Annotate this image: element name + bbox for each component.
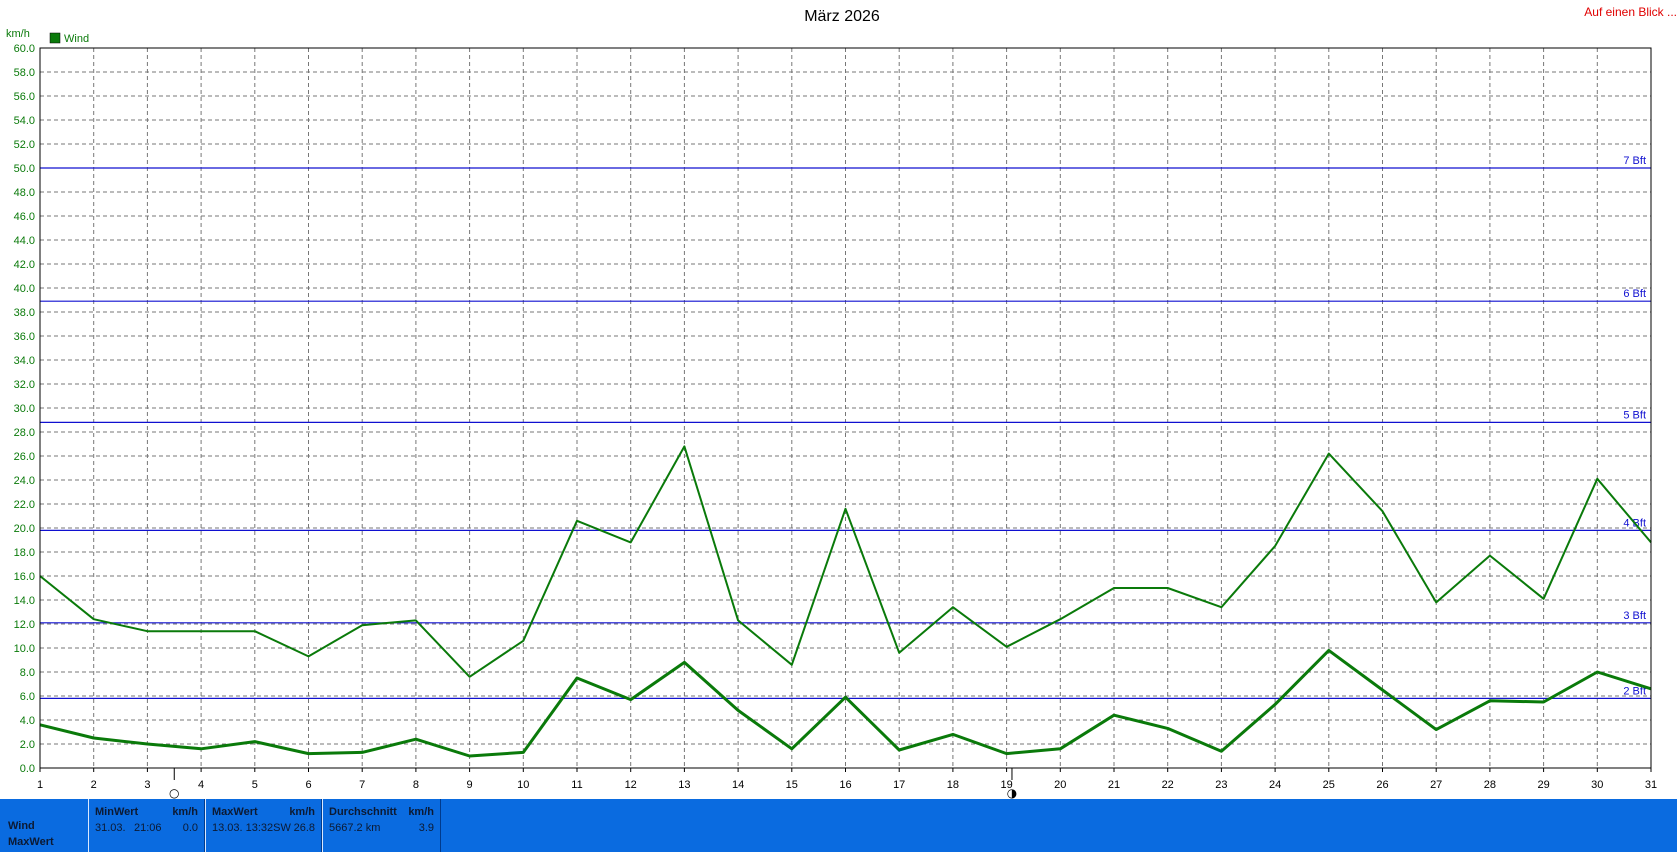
y-tick-label: 40.0 [14, 283, 35, 295]
x-tick-label: 17 [893, 779, 905, 791]
beaufort-label: 6 Bft [1623, 288, 1646, 300]
min-date: 31.03. [95, 822, 126, 834]
y-tick-label: 20.0 [14, 523, 35, 535]
row-label-maxwert: MaxWert [8, 836, 54, 848]
row-label-wind: Wind [8, 820, 35, 832]
y-tick-label: 26.0 [14, 451, 35, 463]
y-tick-label: 52.0 [14, 139, 35, 151]
moon-phase-icon: ○ [169, 786, 179, 799]
x-tick-label: 30 [1591, 779, 1603, 791]
y-tick-label: 48.0 [14, 187, 35, 199]
grid [40, 48, 1651, 768]
beaufort-label: 5 Bft [1623, 409, 1646, 421]
x-tick-label: 11 [571, 779, 582, 791]
y-tick-label: 28.0 [14, 427, 35, 439]
beaufort-label: 7 Bft [1623, 155, 1646, 167]
x-tick-label: 3 [144, 779, 150, 791]
y-tick-label: 56.0 [14, 91, 35, 103]
max-header: MaxWert [212, 806, 258, 818]
max-value: 26.8 [293, 822, 315, 834]
x-tick-label: 4 [198, 779, 204, 791]
overview-link[interactable]: Auf einen Blick ... [1584, 5, 1677, 19]
x-tick-label: 25 [1323, 779, 1335, 791]
y-tick-label: 22.0 [14, 499, 35, 511]
y-tick-label: 18.0 [14, 547, 35, 559]
x-tick-label: 26 [1376, 779, 1388, 791]
y-tick-label: 24.0 [14, 475, 35, 487]
x-tick-label: 15 [786, 779, 798, 791]
x-tick-label: 31 [1645, 779, 1657, 791]
y-tick-label: 46.0 [14, 211, 35, 223]
x-tick-label: 14 [732, 779, 744, 791]
x-tick-label: 8 [413, 779, 419, 791]
max-datetime: 13.03. 13:32SW [212, 822, 291, 834]
y-tick-label: 8.0 [20, 667, 35, 679]
y-tick-label: 4.0 [20, 715, 35, 727]
y-tick-label: 60.0 [14, 43, 35, 55]
y-tick-label: 36.0 [14, 331, 35, 343]
avg-header: Durchschnitt [329, 806, 397, 818]
x-tick-label: 27 [1430, 779, 1442, 791]
x-tick-label: 16 [839, 779, 851, 791]
x-tick-label: 2 [91, 779, 97, 791]
avg-unit: km/h [408, 806, 434, 818]
moon-phase-icon: ◑ [1007, 786, 1018, 799]
y-tick-label: 0.0 [20, 763, 35, 775]
y-tick-label: 32.0 [14, 379, 35, 391]
stats-min-block: MinWert km/h 31.03. 21:06 0.0 [88, 799, 205, 852]
y-tick-label: 30.0 [14, 403, 35, 415]
min-header: MinWert [95, 806, 139, 818]
avg-distance: 5667.2 km [329, 822, 381, 834]
y-tick-label: 12.0 [14, 619, 35, 631]
x-tick-label: 7 [359, 779, 365, 791]
y-axis-unit: km/h [6, 28, 30, 40]
x-tick-label: 29 [1537, 779, 1549, 791]
y-tick-label: 16.0 [14, 571, 35, 583]
x-tick-label: 9 [467, 779, 473, 791]
stats-panel: Wind MaxWert MinWert km/h 31.03. 21:06 0… [0, 799, 1677, 852]
moon-markers: ○ ◑ [169, 768, 1018, 799]
y-tick-label: 44.0 [14, 235, 35, 247]
stats-avg-block: Durchschnitt km/h 5667.2 km 3.9 [322, 799, 441, 852]
x-tick-label: 22 [1162, 779, 1174, 791]
y-tick-label: 6.0 [20, 691, 35, 703]
y-tick-labels: 0.0 2.0 4.0 6.0 8.0 10.0 12.0 14.0 16.0 18.0 20.0 2… [14, 43, 35, 775]
x-tick-label: 23 [1215, 779, 1227, 791]
stats-max-block: MaxWert km/h 13.03. 13:32SW 26.8 [205, 799, 322, 852]
min-time: 21:06 [134, 822, 162, 834]
beaufort-label: 3 Bft [1623, 610, 1646, 622]
wind-chart: März 2026 km/h Wind 2 Bft3 Bft4 Bft5 Bft… [6, 8, 1657, 799]
x-tick-label: 20 [1054, 779, 1066, 791]
x-tick-labels: 1 2 3 4 5 6 7 8 9 10 11 12 13 14 15 16 17 18 19 20 21 22 23 24 2… [37, 779, 1657, 791]
x-tick-label: 1 [37, 779, 43, 791]
y-tick-label: 14.0 [14, 595, 35, 607]
y-tick-label: 54.0 [14, 115, 35, 127]
x-tick-label: 10 [517, 779, 529, 791]
x-tick-label: 6 [305, 779, 311, 791]
legend-label-wind: Wind [64, 33, 89, 45]
y-tick-label: 42.0 [14, 259, 35, 271]
min-unit: km/h [172, 806, 198, 818]
max-unit: km/h [289, 806, 315, 818]
chart-title: März 2026 [804, 8, 880, 25]
x-tick-label: 28 [1484, 779, 1496, 791]
min-value: 0.0 [182, 822, 198, 834]
y-tick-label: 50.0 [14, 163, 35, 175]
x-tick-label: 24 [1269, 779, 1281, 791]
y-tick-label: 2.0 [20, 739, 35, 751]
y-tick-label: 58.0 [14, 67, 35, 79]
x-tick-label: 13 [678, 779, 690, 791]
x-tick-label: 5 [252, 779, 258, 791]
legend-swatch [49, 32, 61, 44]
y-tick-label: 10.0 [14, 643, 35, 655]
x-tick-label: 21 [1108, 779, 1120, 791]
x-tick-label: 12 [625, 779, 637, 791]
y-tick-label: 38.0 [14, 307, 35, 319]
y-tick-label: 34.0 [14, 355, 35, 367]
avg-value: 3.9 [418, 822, 434, 834]
x-tick-label: 18 [947, 779, 959, 791]
